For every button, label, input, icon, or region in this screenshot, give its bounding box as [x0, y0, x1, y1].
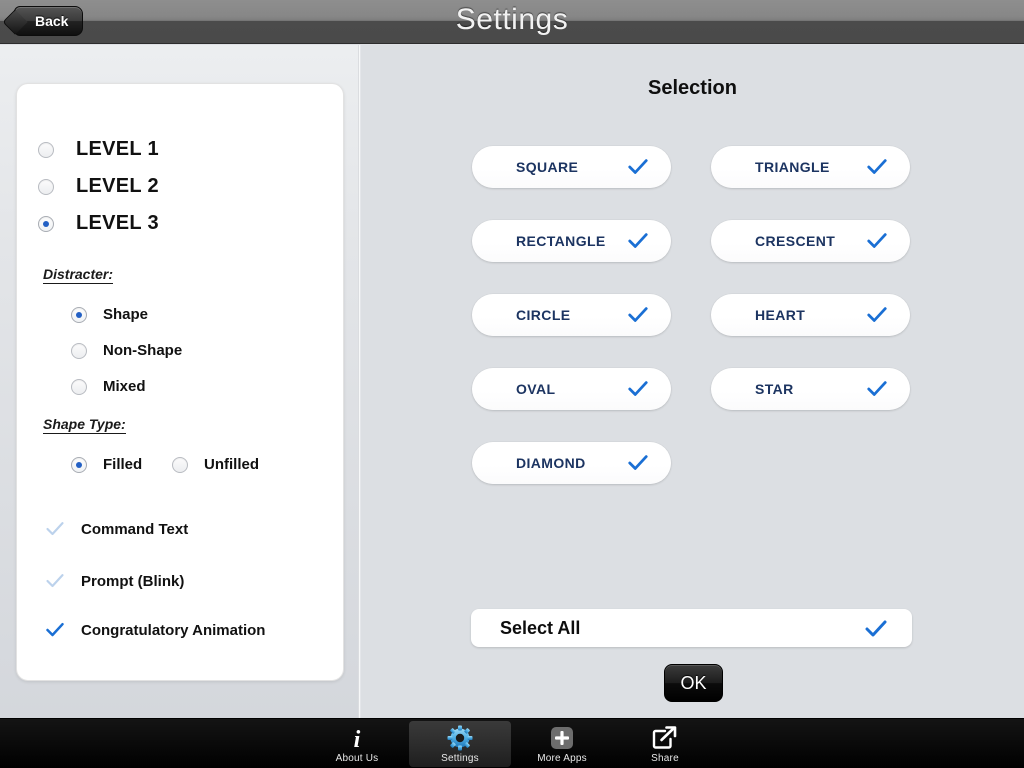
toggle-label: Command Text: [81, 520, 189, 538]
shape-button-crescent[interactable]: CRESCENT: [711, 220, 910, 262]
radio-label: Filled: [103, 456, 143, 473]
tab-more-apps[interactable]: More Apps: [511, 721, 613, 767]
radio-shape-type-unfilled[interactable]: Unfilled: [172, 456, 259, 473]
shape-button-label: CIRCLE: [516, 307, 571, 323]
shape-button-oval[interactable]: OVAL: [472, 368, 671, 410]
radio-label: LEVEL 2: [76, 175, 159, 197]
radio-label: LEVEL 1: [76, 138, 159, 160]
shape-button-label: CRESCENT: [755, 233, 836, 249]
svg-text:i: i: [354, 727, 361, 750]
shape-button-label: HEART: [755, 307, 806, 323]
shape-button-label: RECTANGLE: [516, 233, 606, 249]
radio-indicator: [38, 215, 54, 232]
tab-settings[interactable]: Settings: [409, 721, 511, 767]
checkmark-icon: [867, 381, 887, 396]
radio-label: LEVEL 3: [76, 212, 159, 234]
radio-indicator: [38, 178, 54, 195]
shape-button-label: STAR: [755, 381, 794, 397]
settings-card: LEVEL 1 LEVEL 2 LEVEL 3 Distracter: Shap…: [16, 83, 344, 681]
tab-label: More Apps: [537, 753, 587, 764]
info-icon: i: [347, 725, 367, 751]
page-title: Settings: [455, 3, 569, 36]
radio-indicator: [71, 456, 87, 473]
radio-indicator: [38, 141, 54, 158]
ok-button-label: OK: [680, 672, 707, 693]
shape-button-label: OVAL: [516, 381, 556, 397]
distracter-section-title: Distracter:: [43, 266, 114, 284]
toggle-command-text[interactable]: Command Text: [45, 519, 188, 539]
radio-label: Non-Shape: [103, 342, 183, 359]
checkmark-icon: [628, 307, 648, 322]
shape-button-square[interactable]: SQUARE: [472, 146, 671, 188]
checkmark-icon: [628, 159, 648, 174]
radio-indicator: [172, 456, 188, 473]
radio-level-3[interactable]: LEVEL 3: [38, 212, 159, 235]
checkmark-icon: [628, 381, 648, 396]
radio-label: Shape: [103, 306, 149, 323]
shape-button-diamond[interactable]: DIAMOND: [472, 442, 671, 484]
select-all-label: Select All: [500, 617, 581, 638]
radio-level-1[interactable]: LEVEL 1: [38, 138, 159, 161]
radio-indicator: [71, 306, 87, 323]
radio-distracter-shape[interactable]: Shape: [71, 306, 148, 323]
shape-button-triangle[interactable]: TRIANGLE: [711, 146, 910, 188]
checkmark-icon: [628, 233, 648, 248]
toggle-prompt-blink[interactable]: Prompt (Blink): [45, 571, 184, 591]
shape-type-section-title: Shape Type:: [43, 416, 126, 434]
tab-label: Settings: [441, 753, 479, 764]
bottom-tab-bar: i About Us Settings More Apps Share: [0, 718, 1024, 768]
checkmark-icon: [628, 455, 648, 470]
checkmark-icon: [46, 622, 64, 637]
left-settings-panel: LEVEL 1 LEVEL 2 LEVEL 3 Distracter: Shap…: [0, 45, 358, 718]
select-all-button[interactable]: Select All: [471, 609, 912, 647]
checkmark-icon: [865, 620, 887, 637]
radio-label: Unfilled: [204, 456, 259, 473]
plus-icon: [550, 725, 574, 751]
ok-button[interactable]: OK: [664, 664, 723, 702]
shape-button-label: DIAMOND: [516, 455, 586, 471]
tab-about-us[interactable]: i About Us: [306, 721, 408, 767]
radio-shape-type-filled[interactable]: Filled: [71, 456, 142, 473]
selection-heading: Selection: [648, 77, 737, 99]
shape-button-rectangle[interactable]: RECTANGLE: [472, 220, 671, 262]
app-header: Back Settings: [0, 0, 1024, 44]
checkmark-icon: [867, 159, 887, 174]
checkmark-icon: [867, 233, 887, 248]
shape-button-star[interactable]: STAR: [711, 368, 910, 410]
toggle-congratulatory-animation[interactable]: Congratulatory Animation: [45, 620, 265, 640]
radio-label: Mixed: [103, 378, 146, 395]
share-icon: [652, 725, 678, 751]
gear-icon: [447, 725, 473, 751]
toggle-label: Prompt (Blink): [81, 572, 185, 590]
toggle-label: Congratulatory Animation: [81, 621, 266, 639]
checkmark-icon: [46, 522, 64, 536]
checkmark-icon: [867, 307, 887, 322]
shape-button-circle[interactable]: CIRCLE: [472, 294, 671, 336]
selection-panel: Selection SQUARE TRIANGLE RECTANGLE CRES…: [361, 45, 1024, 718]
shape-button-heart[interactable]: HEART: [711, 294, 910, 336]
tab-label: Share: [651, 753, 679, 764]
shape-button-label: SQUARE: [516, 159, 579, 175]
tab-label: About Us: [335, 753, 379, 764]
checkmark-icon: [46, 574, 64, 588]
radio-level-2[interactable]: LEVEL 2: [38, 175, 159, 198]
radio-indicator: [71, 378, 87, 395]
radio-distracter-non-shape[interactable]: Non-Shape: [71, 342, 182, 359]
radio-distracter-mixed[interactable]: Mixed: [71, 378, 146, 395]
tab-share[interactable]: Share: [614, 721, 716, 767]
radio-indicator: [71, 342, 87, 359]
shape-button-label: TRIANGLE: [755, 159, 830, 175]
